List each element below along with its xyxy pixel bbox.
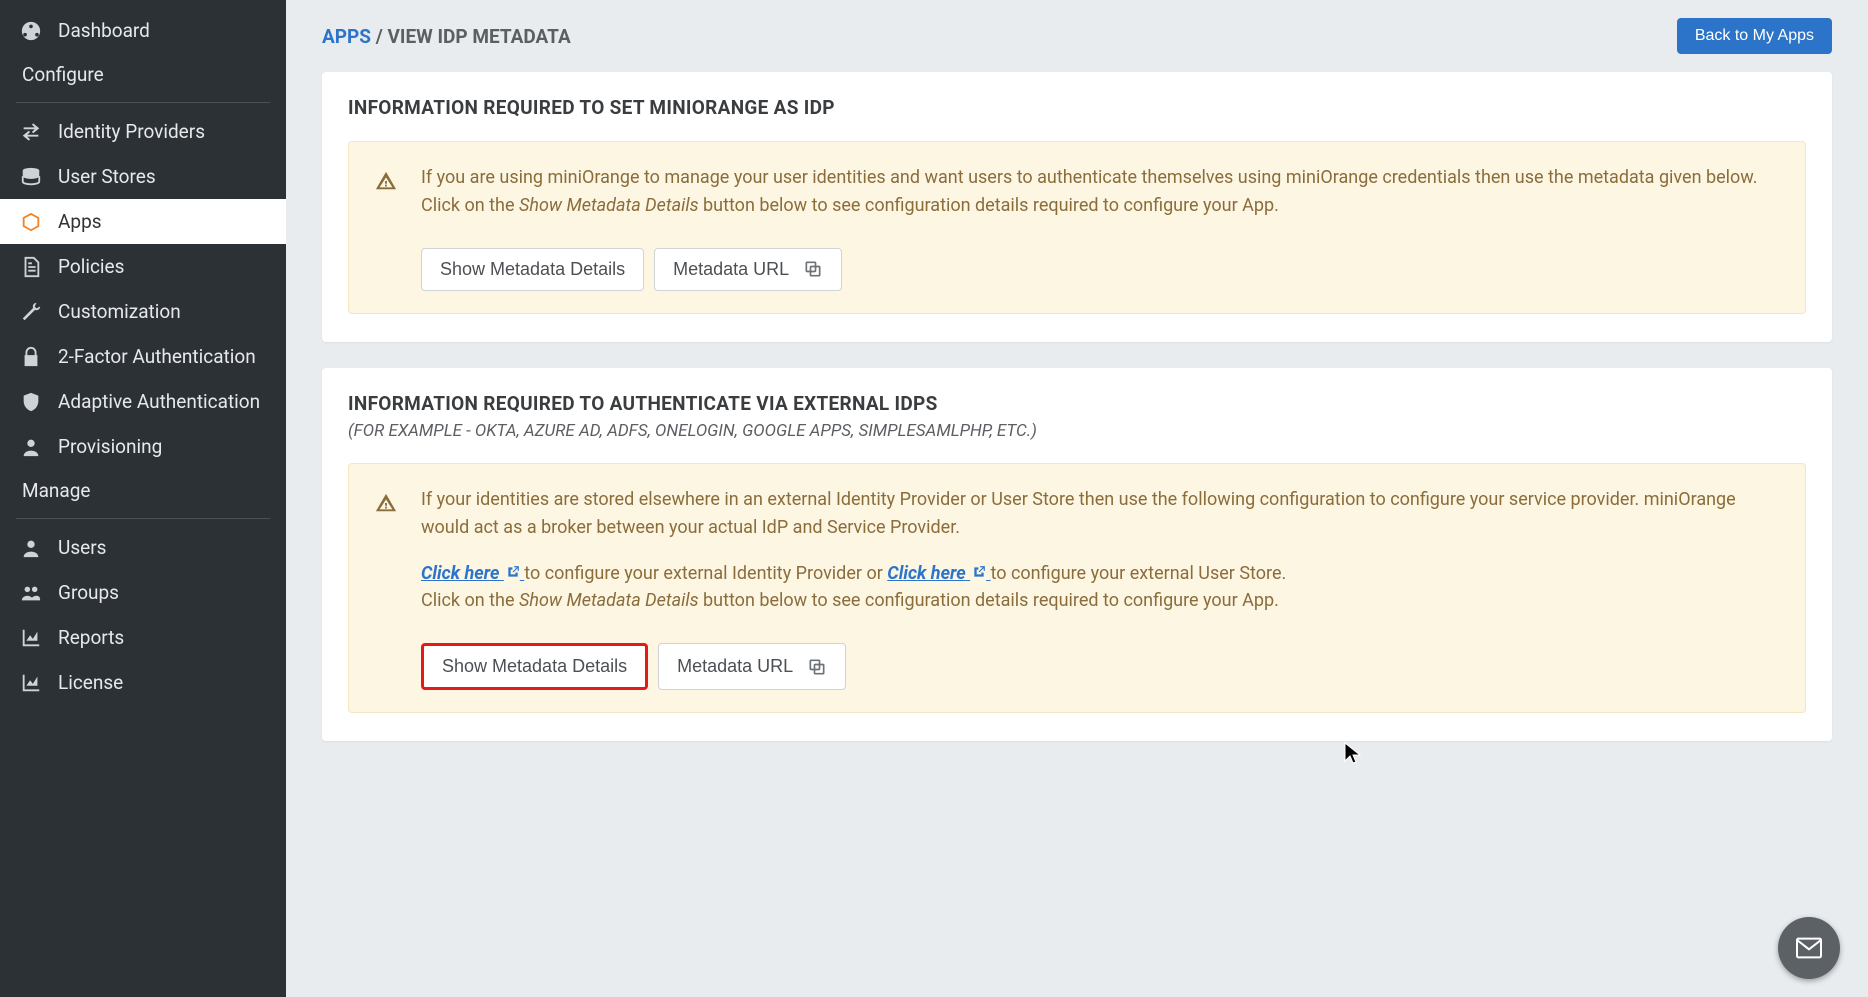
main-content: APPS / VIEW IDP METADATA Back to My Apps… — [286, 0, 1868, 997]
alert-text-1: If you are using miniOrange to manage yo… — [421, 164, 1779, 192]
user-icon — [20, 537, 48, 559]
sidebar-item-label: Users — [58, 536, 106, 559]
sidebar-item-label: Adaptive Authentication — [58, 390, 260, 413]
breadcrumb: APPS / VIEW IDP METADATA — [322, 25, 571, 48]
wrench-icon — [20, 301, 48, 323]
sidebar-item-user-stores[interactable]: User Stores — [0, 154, 286, 199]
copy-icon — [803, 259, 823, 279]
metadata-url-button[interactable]: Metadata URL — [658, 643, 846, 690]
card-subtitle: (FOR EXAMPLE - OKTA, AZURE AD, ADFS, ONE… — [348, 421, 1806, 441]
metadata-url-button[interactable]: Metadata URL — [654, 248, 842, 291]
info-alert: If your identities are stored elsewhere … — [348, 463, 1806, 714]
sidebar-item-groups[interactable]: Groups — [0, 570, 286, 615]
click-here-userstore-link[interactable]: Click here — [887, 563, 990, 584]
shield-icon — [20, 391, 48, 413]
sidebar-item-users[interactable]: Users — [0, 525, 286, 570]
sidebar-section-manage: Manage — [0, 469, 286, 512]
alert-text-2: Click on the Show Metadata Details butto… — [421, 192, 1779, 220]
sidebar-section-configure: Configure — [0, 53, 286, 96]
alert-text-links: Click here to configure your external Id… — [421, 560, 1779, 588]
sidebar-item-label: Provisioning — [58, 435, 162, 458]
back-to-apps-button[interactable]: Back to My Apps — [1677, 18, 1832, 54]
show-metadata-button-highlighted[interactable]: Show Metadata Details — [421, 643, 648, 690]
metadata-url-label: Metadata URL — [677, 656, 793, 677]
sidebar-item-label: License — [58, 671, 123, 694]
button-row: Show Metadata Details Metadata URL — [421, 248, 1779, 291]
sidebar-item-identity-providers[interactable]: Identity Providers — [0, 109, 286, 154]
exchange-icon — [20, 121, 48, 143]
sidebar-item-dashboard[interactable]: Dashboard — [0, 8, 286, 53]
click-here-idp-link[interactable]: Click here — [421, 563, 524, 584]
alert-body: If your identities are stored elsewhere … — [421, 486, 1779, 691]
sidebar-item-label: Policies — [58, 255, 124, 278]
sidebar-item-label: Identity Providers — [58, 120, 205, 143]
sidebar-item-label: User Stores — [58, 165, 156, 188]
sidebar-item-license[interactable]: License — [0, 660, 286, 705]
user-icon — [20, 436, 48, 458]
show-metadata-button[interactable]: Show Metadata Details — [421, 248, 644, 291]
cube-icon — [20, 211, 48, 233]
metadata-url-label: Metadata URL — [673, 259, 789, 280]
database-icon — [20, 166, 48, 188]
sidebar-item-label: Reports — [58, 626, 124, 649]
card-miniorange-idp: INFORMATION REQUIRED TO SET MINIORANGE A… — [322, 72, 1832, 342]
floating-mail-button[interactable] — [1778, 917, 1840, 979]
sidebar-item-apps[interactable]: Apps — [0, 199, 286, 244]
card-external-idps: INFORMATION REQUIRED TO AUTHENTICATE VIA… — [322, 368, 1832, 742]
external-link-icon — [972, 565, 986, 579]
mail-icon — [1793, 932, 1825, 964]
topbar: APPS / VIEW IDP METADATA Back to My Apps — [322, 0, 1832, 72]
info-alert: If you are using miniOrange to manage yo… — [348, 141, 1806, 314]
copy-icon — [807, 657, 827, 677]
sidebar-item-policies[interactable]: Policies — [0, 244, 286, 289]
sidebar-item-label: Apps — [58, 210, 102, 233]
users-icon — [20, 582, 48, 604]
sidebar-item-label: 2-Factor Authentication — [58, 345, 256, 368]
sidebar-item-customization[interactable]: Customization — [0, 289, 286, 334]
chart-icon — [20, 672, 48, 694]
sidebar-item-adaptive-auth[interactable]: Adaptive Authentication — [0, 379, 286, 424]
card-title: INFORMATION REQUIRED TO SET MINIORANGE A… — [348, 96, 1806, 119]
breadcrumb-root[interactable]: APPS — [322, 25, 371, 48]
button-row: Show Metadata Details Metadata URL — [421, 643, 1779, 690]
sidebar: Dashboard Configure Identity Providers U… — [0, 0, 286, 997]
chart-icon — [20, 627, 48, 649]
dashboard-icon — [20, 20, 48, 42]
sidebar-item-reports[interactable]: Reports — [0, 615, 286, 660]
warning-icon — [375, 492, 397, 514]
lock-icon — [20, 346, 48, 368]
card-title: INFORMATION REQUIRED TO AUTHENTICATE VIA… — [348, 392, 1806, 415]
sidebar-item-2fa[interactable]: 2-Factor Authentication — [0, 334, 286, 379]
document-icon — [20, 256, 48, 278]
warning-icon — [375, 170, 397, 192]
sidebar-item-label: Customization — [58, 300, 181, 323]
breadcrumb-current: VIEW IDP METADATA — [387, 25, 570, 48]
alert-text-3: Click on the Show Metadata Details butto… — [421, 587, 1779, 615]
alert-text-1: If your identities are stored elsewhere … — [421, 486, 1779, 542]
sidebar-item-label: Groups — [58, 581, 119, 604]
breadcrumb-sep: / — [371, 25, 388, 48]
sidebar-item-label: Dashboard — [58, 19, 150, 42]
sidebar-item-provisioning[interactable]: Provisioning — [0, 424, 286, 469]
external-link-icon — [506, 565, 520, 579]
alert-body: If you are using miniOrange to manage yo… — [421, 164, 1779, 291]
